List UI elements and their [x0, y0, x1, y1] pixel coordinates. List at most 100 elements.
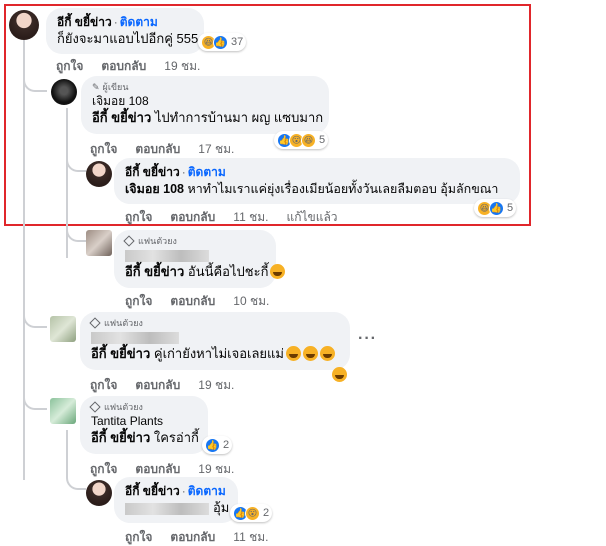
comment-bubble: ✎ ผู้เขียน เจิมอย 108 อีกี้ ขยี้ข่าว ไปทำ…	[81, 76, 329, 134]
reply-button[interactable]: ตอบกลับ	[170, 528, 215, 546]
author-name[interactable]	[125, 249, 209, 262]
separator-dot: ·	[113, 15, 118, 29]
reply-button[interactable]: ตอบกลับ	[170, 292, 215, 311]
reaction-count: 5	[507, 202, 514, 214]
timestamp[interactable]: 17 ชม.	[198, 140, 234, 159]
reaction-summary[interactable]: 👍 😮 2	[230, 504, 273, 522]
reply-button[interactable]: ตอบกลับ	[135, 140, 180, 159]
reply-button[interactable]: ตอบกลับ	[101, 57, 146, 76]
mention-link[interactable]: อีกี้ ขยี้ข่าว	[91, 430, 150, 445]
comment-text: อีกี้ ขยี้ข่าว คู่เก่ายังหาไม่เจอเลยแม่	[91, 345, 339, 363]
avatar[interactable]	[50, 398, 76, 424]
avatar[interactable]	[86, 161, 112, 187]
thread-line	[66, 150, 86, 172]
laugh-emoji-icon	[270, 264, 286, 279]
grin-emoji-icon	[286, 346, 301, 361]
thread-line	[66, 210, 86, 242]
author-badge: แฟนตัวยง	[104, 402, 143, 412]
reaction-count: 2	[263, 507, 270, 519]
mention-link[interactable]: อีกี้ ขยี้ข่าว	[125, 264, 184, 279]
grin-emoji-icon	[303, 346, 318, 361]
avatar[interactable]	[50, 316, 76, 342]
thread-line	[23, 60, 47, 92]
mention-link[interactable]: อีกี้ ขยี้ข่าว	[91, 346, 150, 361]
comment-text: เจิมอย 108 หาทำไมเราแค่ยุ่งเรื่องเมียน้อ…	[125, 182, 499, 196]
like-button[interactable]: ถูกใจ	[56, 57, 83, 76]
reaction-summary[interactable]: 👍 2	[202, 436, 233, 454]
reply-button[interactable]: ตอบกลับ	[170, 208, 215, 227]
avatar[interactable]	[86, 230, 112, 256]
timestamp[interactable]: 10 ชม.	[233, 292, 269, 311]
comment-actions: ถูกใจ ตอบกลับ 19 ชม.	[56, 57, 200, 76]
comment-text: อีกี้ ขยี้ข่าว ใครอ่ากี้	[91, 430, 199, 445]
reaction-count: 5	[319, 134, 326, 146]
author-name[interactable]: เจิมอย 108	[92, 93, 318, 109]
separator-dot: ·	[181, 165, 186, 179]
like-icon: 👍	[205, 437, 220, 453]
follow-button[interactable]: ติดตาม	[188, 484, 226, 498]
comment-bubble: อีกี้ ขยี้ข่าว · ติดตาม เจิมอย 108 หาทำไมเ…	[114, 158, 520, 204]
avatar[interactable]	[86, 480, 112, 506]
author-name[interactable]: อีกี้ ขยี้ข่าว	[125, 165, 180, 179]
mention-link[interactable]: เจิมอย 108	[125, 182, 184, 196]
reaction-summary[interactable]: 😆 👍 37	[198, 33, 247, 51]
author-badge: แฟนตัวยง	[138, 236, 177, 246]
reaction-count: 37	[231, 36, 244, 48]
timestamp[interactable]: 19 ชม.	[198, 376, 234, 395]
mention-link[interactable]	[125, 502, 209, 515]
thread-line	[23, 300, 47, 328]
like-button[interactable]: ถูกใจ	[90, 376, 117, 395]
author-badge: แฟนตัวยง	[104, 318, 143, 328]
reaction-summary[interactable]: 👍 😮 😆 5	[274, 131, 329, 149]
like-button[interactable]: ถูกใจ	[125, 528, 152, 546]
like-button[interactable]: ถูกใจ	[125, 208, 152, 227]
avatar[interactable]	[9, 10, 39, 40]
thread-line	[66, 470, 86, 490]
reaction-summary[interactable]: 😆 👍 5	[474, 199, 517, 217]
comment-text: อีกี้ ขยี้ข่าว ไปทำการบ้านมา ผญ แซบมาก	[92, 110, 324, 125]
wow-icon: 😮	[245, 505, 260, 521]
grin-emoji-icon	[320, 346, 335, 361]
reply-button[interactable]: ตอบกลับ	[135, 376, 180, 395]
like-icon: 👍	[213, 34, 228, 50]
like-button[interactable]: ถูกใจ	[90, 140, 117, 159]
author-name[interactable]: อีกี้ ขยี้ข่าว	[125, 484, 180, 498]
mention-link[interactable]: อีกี้ ขยี้ข่าว	[92, 110, 151, 125]
comment-bubble: อีกี้ ขยี้ข่าว · ติดตาม อุ้ม	[114, 477, 238, 523]
laugh-emoji-icon	[332, 367, 347, 382]
timestamp[interactable]: 19 ชม.	[164, 57, 200, 76]
like-button[interactable]: ถูกใจ	[125, 292, 152, 311]
diamond-icon	[123, 235, 135, 247]
like-button[interactable]: ถูกใจ	[90, 460, 117, 479]
more-options-icon[interactable]: ···	[358, 330, 377, 348]
author-name[interactable]: อีกี้ ขยี้ข่าว	[57, 15, 112, 29]
comment-bubble: แฟนตัวยง อีกี้ ขยี้ข่าว คู่เก่ายังหาไม่เ…	[80, 312, 350, 370]
author-badge: ผู้เขียน	[102, 82, 129, 92]
follow-button[interactable]: ติดตาม	[188, 165, 226, 179]
reaction-count: 2	[223, 439, 230, 451]
comment-actions: ถูกใจ ตอบกลับ 11 ชม.	[125, 528, 268, 546]
haha-icon: 😆	[301, 132, 316, 148]
author-name[interactable]	[91, 331, 179, 344]
comment-text: อุ้ม	[125, 499, 229, 517]
pen-icon: ✎	[92, 82, 100, 92]
timestamp[interactable]: 11 ชม.	[233, 528, 268, 546]
comment-bubble: อีกี้ ขยี้ข่าว · ติดตาม ก็ยังจะมาแอบไปอีกค…	[46, 8, 204, 54]
comment-bubble: แฟนตัวยง อีกี้ ขยี้ข่าว อันนี้คือไปชะกี้	[114, 230, 286, 288]
author-name[interactable]: Tantita Plants	[91, 413, 197, 429]
like-icon: 👍	[489, 200, 504, 216]
timestamp[interactable]: 11 ชม.	[233, 208, 268, 227]
avatar[interactable]	[51, 79, 77, 105]
thread-line	[66, 430, 68, 470]
comment-text: อีกี้ ขยี้ข่าว อันนี้คือไปชะกี้	[125, 263, 286, 281]
comment-actions: ถูกใจ ตอบกลับ 10 ชม.	[125, 292, 269, 311]
follow-button[interactable]: ติดตาม	[120, 15, 158, 29]
comment-actions: ถูกใจ ตอบกลับ 19 ชม.	[90, 376, 234, 395]
comment-actions: ถูกใจ ตอบกลับ 11 ชม. แก้ไขแล้ว	[125, 208, 338, 227]
diamond-icon	[89, 401, 101, 413]
diamond-icon	[89, 317, 101, 329]
comment-text: ก็ยังจะมาแอบไปอีกคู่ 555	[57, 31, 199, 46]
edited-label[interactable]: แก้ไขแล้ว	[286, 208, 337, 227]
comment-actions: ถูกใจ ตอบกลับ 17 ชม.	[90, 140, 234, 159]
thread-line	[23, 40, 25, 480]
